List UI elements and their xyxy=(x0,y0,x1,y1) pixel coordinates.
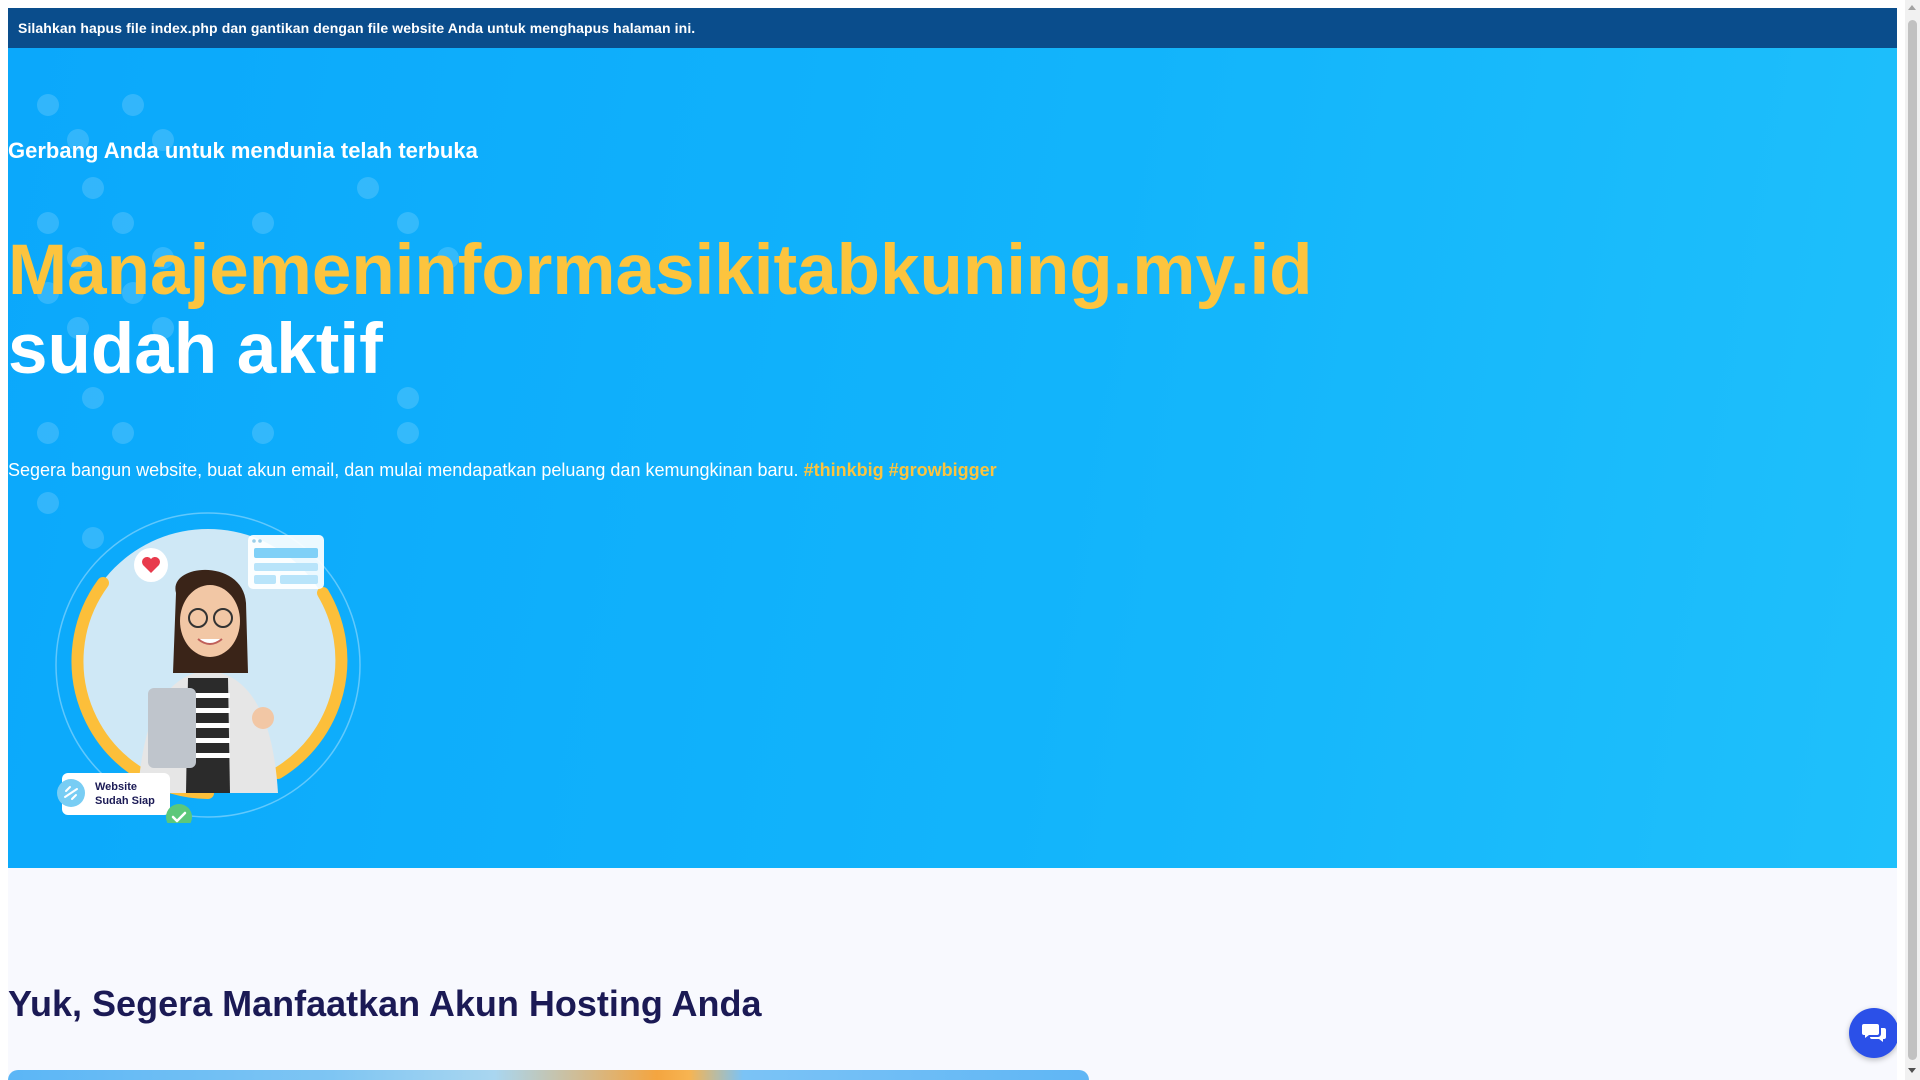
hero-description: Segera bangun website, buat akun email, … xyxy=(8,460,997,481)
hashtags: #thinkbig #growbigger xyxy=(803,460,997,480)
scroll-up-arrow[interactable] xyxy=(1908,5,1916,10)
chat-bubbles-icon xyxy=(1862,1024,1886,1042)
badge-line2: Sudah Siap xyxy=(95,795,155,807)
hero-tagline: Gerbang Anda untuk mendunia telah terbuk… xyxy=(8,138,478,163)
badge-line1: Website xyxy=(95,781,137,793)
scrollbar-thumb[interactable] xyxy=(1908,20,1917,1060)
page: Silahkan hapus file index.php dan gantik… xyxy=(8,8,1897,1080)
notice-bar: Silahkan hapus file index.php dan gantik… xyxy=(8,8,1897,48)
section-title: Yuk, Segera Manfaatkan Akun Hosting Anda xyxy=(8,983,762,1024)
domain-status: sudah aktif xyxy=(8,310,383,389)
domain-name: Manajemeninformasikitabkuning.my.id xyxy=(8,231,1313,310)
scroll-down-arrow[interactable] xyxy=(1908,1068,1916,1073)
website-ready-illustration: Website Sudah Siap xyxy=(55,512,361,823)
chat-button[interactable] xyxy=(1849,1008,1897,1058)
heart-icon xyxy=(134,548,168,582)
browser-window-icon xyxy=(248,535,324,589)
hero-banner: Gerbang Anda untuk mendunia telah terbuk… xyxy=(8,48,1897,868)
vertical-scrollbar[interactable] xyxy=(1905,0,1920,1080)
hosting-feature-card xyxy=(8,1070,1089,1080)
notice-text: Silahkan hapus file index.php dan gantik… xyxy=(18,20,696,36)
description-text: Segera bangun website, buat akun email, … xyxy=(8,460,799,480)
